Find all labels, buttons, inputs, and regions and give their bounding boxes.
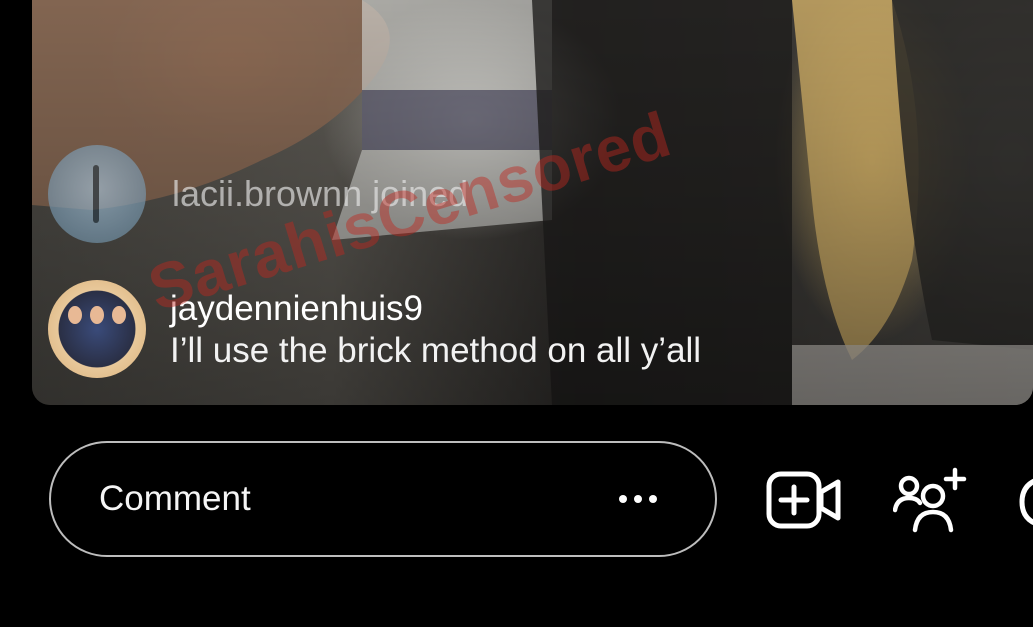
add-guest-icon[interactable]	[892, 466, 969, 534]
comment-username[interactable]: jaydennienhuis9	[170, 290, 701, 328]
avatar[interactable]	[48, 145, 146, 243]
comment-body: jaydennienhuis9 I’ll use the brick metho…	[170, 290, 701, 372]
join-event-text: lacii.brownn joined	[172, 173, 469, 214]
add-video-icon[interactable]	[766, 470, 842, 530]
comment-text: I’ll use the brick method on all y’all	[170, 331, 702, 370]
comment-item: jaydennienhuis9 I’ll use the brick metho…	[48, 280, 701, 378]
comment-input[interactable]: Comment	[49, 441, 717, 557]
camera-icon[interactable]	[1018, 474, 1033, 530]
more-options-button[interactable]	[611, 479, 665, 519]
avatar[interactable]	[48, 280, 146, 378]
comment-placeholder: Comment	[99, 479, 251, 518]
more-horizontal-icon	[619, 495, 657, 503]
join-event: lacii.brownn joined	[48, 145, 468, 243]
